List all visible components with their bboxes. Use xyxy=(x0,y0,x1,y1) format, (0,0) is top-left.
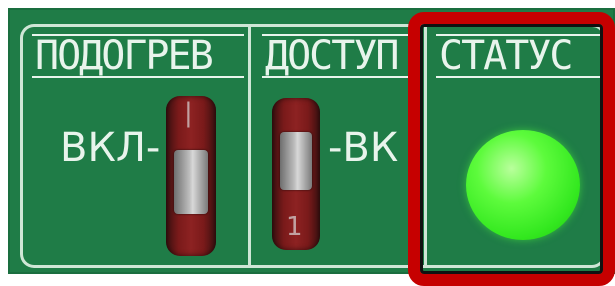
control-panel-screen: ПОДОГРЕВ ДОСТУП СТАТУС ВКЛ- -ВК | 1 xyxy=(0,0,615,286)
heating-switch-lever[interactable] xyxy=(174,150,208,214)
heating-switch-marker-icon: | xyxy=(184,98,193,128)
access-title: ДОСТУП xyxy=(262,34,416,78)
status-highlight-frame xyxy=(408,12,615,286)
access-switch-lever[interactable] xyxy=(280,132,312,190)
heating-title: ПОДОГРЕВ xyxy=(32,34,244,78)
access-switch-label: -ВК xyxy=(328,128,399,168)
access-switch-marker-icon: 1 xyxy=(286,212,303,242)
heating-switch-label: ВКЛ- xyxy=(60,125,161,171)
